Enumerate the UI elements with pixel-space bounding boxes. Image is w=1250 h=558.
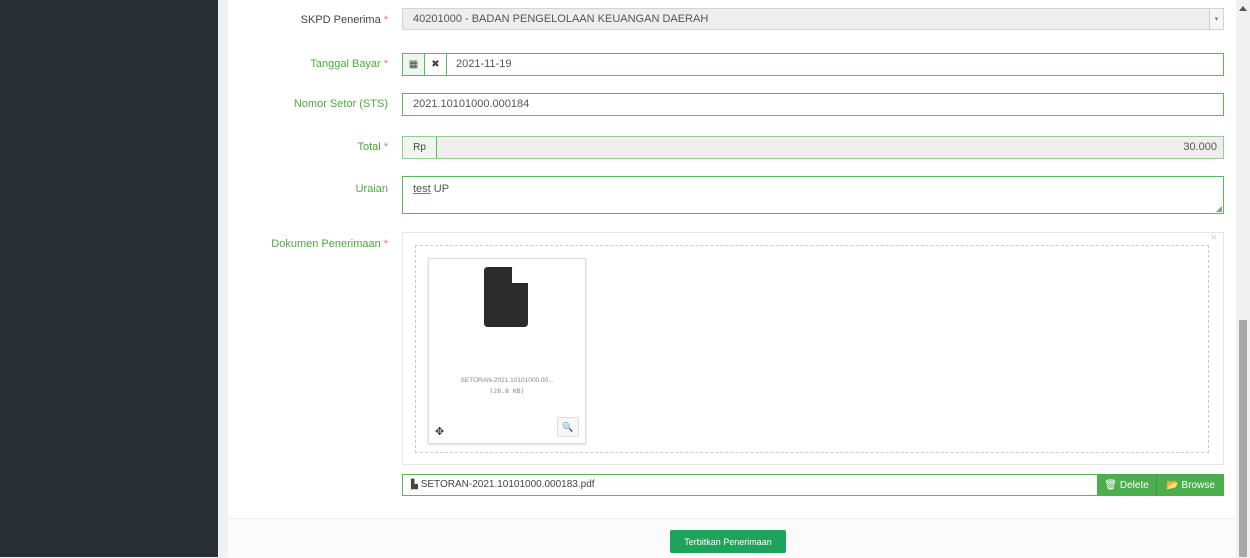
uraian-textarea[interactable]: test UP ◢ [402, 176, 1224, 214]
currency-prefix: Rp [403, 137, 437, 158]
close-icon[interactable]: × [1211, 232, 1217, 244]
trash-icon: 🗑 [1104, 479, 1117, 491]
required-marker: * [383, 141, 388, 153]
nomor-setor-input[interactable]: 2021.10101000.000184 [402, 93, 1224, 116]
nomor-setor-value: 2021.10101000.000184 [413, 98, 530, 110]
total-value: 30.000 [1183, 141, 1217, 153]
skpd-select-value: 40201000 - BADAN PENGELOLAAN KEUANGAN DA… [413, 13, 709, 25]
skpd-label: SKPD Penerima * [300, 14, 388, 26]
nomor-label: Nomor Setor (STS) [293, 98, 388, 110]
uraian-value: test UP [413, 183, 450, 195]
file-preview-card: SETORAN-2021.10101000.00... (28.8 KB) ✥ … [428, 258, 586, 444]
delete-button[interactable]: 🗑 Delete [1097, 474, 1157, 496]
file-preview-panel: × SETORAN-2021.10101000.00... (28.8 KB) … [402, 232, 1224, 465]
file-input[interactable]: ▙ SETORAN-2021.10101000.000183.pdf 🗑 Dele… [402, 474, 1224, 496]
clear-icon[interactable]: ✖ [425, 54, 447, 75]
file-preview-name: SETORAN-2021.10101000.00... [460, 377, 554, 384]
scroll-thumb[interactable] [1239, 320, 1247, 557]
skpd-select[interactable]: 40201000 - BADAN PENGELOLAAN KEUANGAN DA… [402, 8, 1224, 30]
resize-handle-icon[interactable]: ◢ [1216, 204, 1222, 213]
selected-file: ▙ SETORAN-2021.10101000.000183.pdf [411, 479, 595, 490]
file-drop-zone[interactable]: SETORAN-2021.10101000.00... (28.8 KB) ✥ … [415, 245, 1209, 453]
total-label: Total * [357, 141, 388, 153]
move-icon[interactable]: ✥ [435, 425, 444, 438]
required-marker: * [383, 238, 388, 250]
total-input[interactable]: Rp 30.000 [402, 136, 1224, 159]
dokumen-label: Dokumen Penerimaan * [271, 238, 388, 250]
calendar-icon[interactable]: ▦ [403, 54, 425, 75]
tanggal-field[interactable]: ▦ ✖ 2021-11-19 [402, 53, 1224, 76]
sidebar [0, 0, 218, 557]
file-preview-size: (28.8 KB) [489, 387, 525, 395]
browse-button[interactable]: 📂 Browse [1157, 474, 1224, 496]
uraian-label: Uraian [355, 183, 388, 195]
scrollbar[interactable] [1236, 0, 1250, 557]
gutter [218, 0, 228, 557]
terbitkan-penerimaan-button[interactable]: Terbitkan Penerimaan [670, 530, 786, 553]
zoom-icon[interactable]: 🔍 [557, 417, 579, 437]
tanggal-label: Tanggal Bayar * [310, 58, 388, 70]
scroll-up-icon[interactable] [1239, 6, 1247, 11]
required-marker: * [383, 58, 388, 70]
file-icon [484, 267, 528, 327]
file-small-icon: ▙ [411, 479, 418, 489]
tanggal-value: 2021-11-19 [456, 58, 512, 70]
folder-open-icon: 📂 [1166, 479, 1179, 491]
required-marker: * [383, 14, 388, 26]
chevron-down-icon[interactable]: ▾ [1209, 9, 1223, 29]
